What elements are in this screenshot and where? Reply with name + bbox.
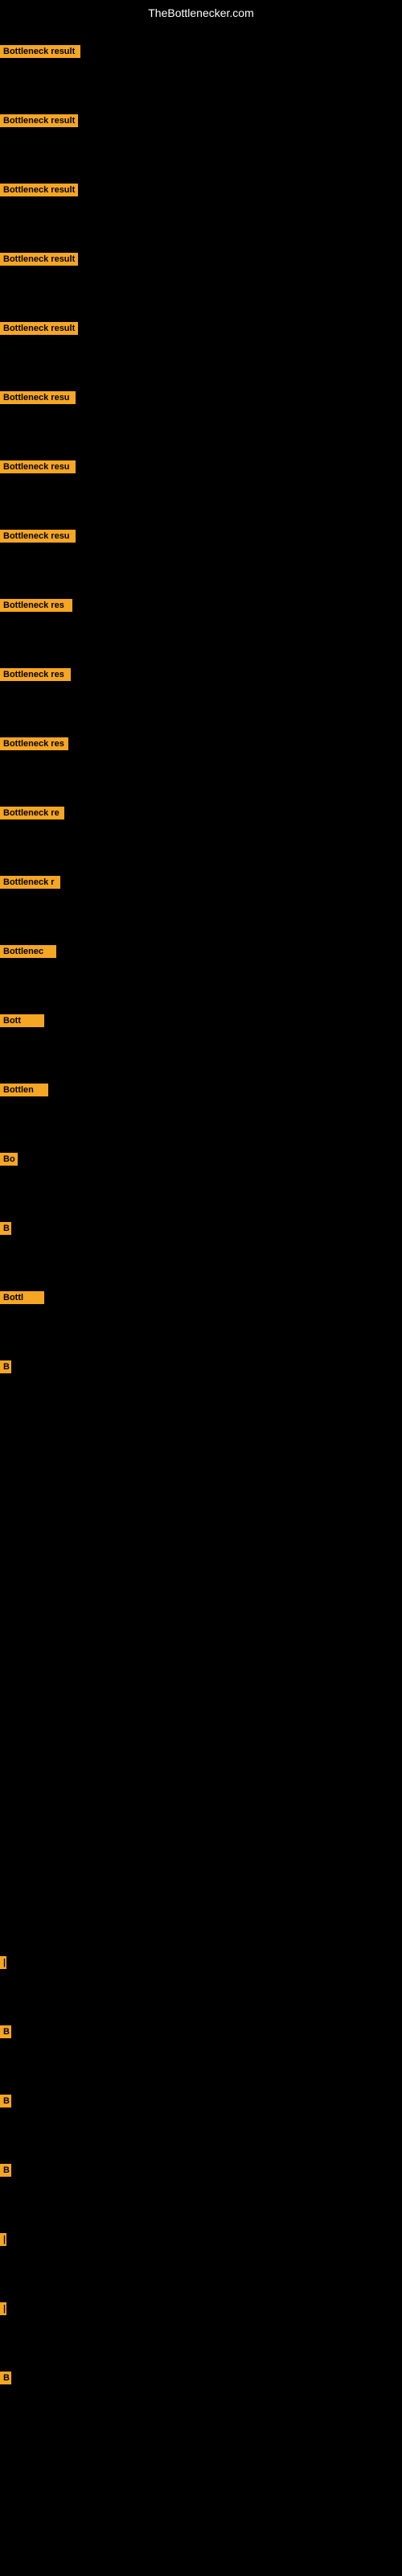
bottleneck-badge: Bo xyxy=(0,1153,18,1166)
bottleneck-badge: B xyxy=(0,1360,11,1373)
bottleneck-badge: Bottleneck r xyxy=(0,876,60,889)
bottleneck-badge: Bottleneck result xyxy=(0,114,78,127)
bottleneck-badge: B xyxy=(0,1222,11,1235)
bottleneck-badge: | xyxy=(0,2302,6,2315)
bottleneck-badge: | xyxy=(0,1956,6,1969)
bottleneck-badge: B xyxy=(0,2164,11,2177)
bottleneck-badge: Bottleneck result xyxy=(0,184,78,196)
bottleneck-badge: B xyxy=(0,2025,11,2038)
bottleneck-badge: Bott xyxy=(0,1014,44,1027)
bottleneck-badge: Bottleneck resu xyxy=(0,391,76,404)
bottleneck-badge: Bottleneck res xyxy=(0,737,68,750)
bottleneck-badge: Bottleneck res xyxy=(0,599,72,612)
bottleneck-badge: Bottleneck resu xyxy=(0,460,76,473)
bottleneck-badge: Bottleneck re xyxy=(0,807,64,819)
bottleneck-badge: Bottl xyxy=(0,1291,44,1304)
bottleneck-badge: Bottlen xyxy=(0,1084,48,1096)
bottleneck-badge: Bottleneck result xyxy=(0,45,80,58)
bottleneck-badge: Bottleneck result xyxy=(0,253,78,266)
site-title: TheBottlenecker.com xyxy=(148,6,254,19)
bottleneck-badge: Bottleneck result xyxy=(0,322,78,335)
bottleneck-badge: Bottleneck resu xyxy=(0,530,76,543)
bottleneck-badge: B xyxy=(0,2095,11,2107)
bottleneck-badge: B xyxy=(0,2372,11,2384)
bottleneck-badge: Bottlenec xyxy=(0,945,56,958)
bottleneck-badge: | xyxy=(0,2233,6,2246)
bottleneck-badge: Bottleneck res xyxy=(0,668,71,681)
